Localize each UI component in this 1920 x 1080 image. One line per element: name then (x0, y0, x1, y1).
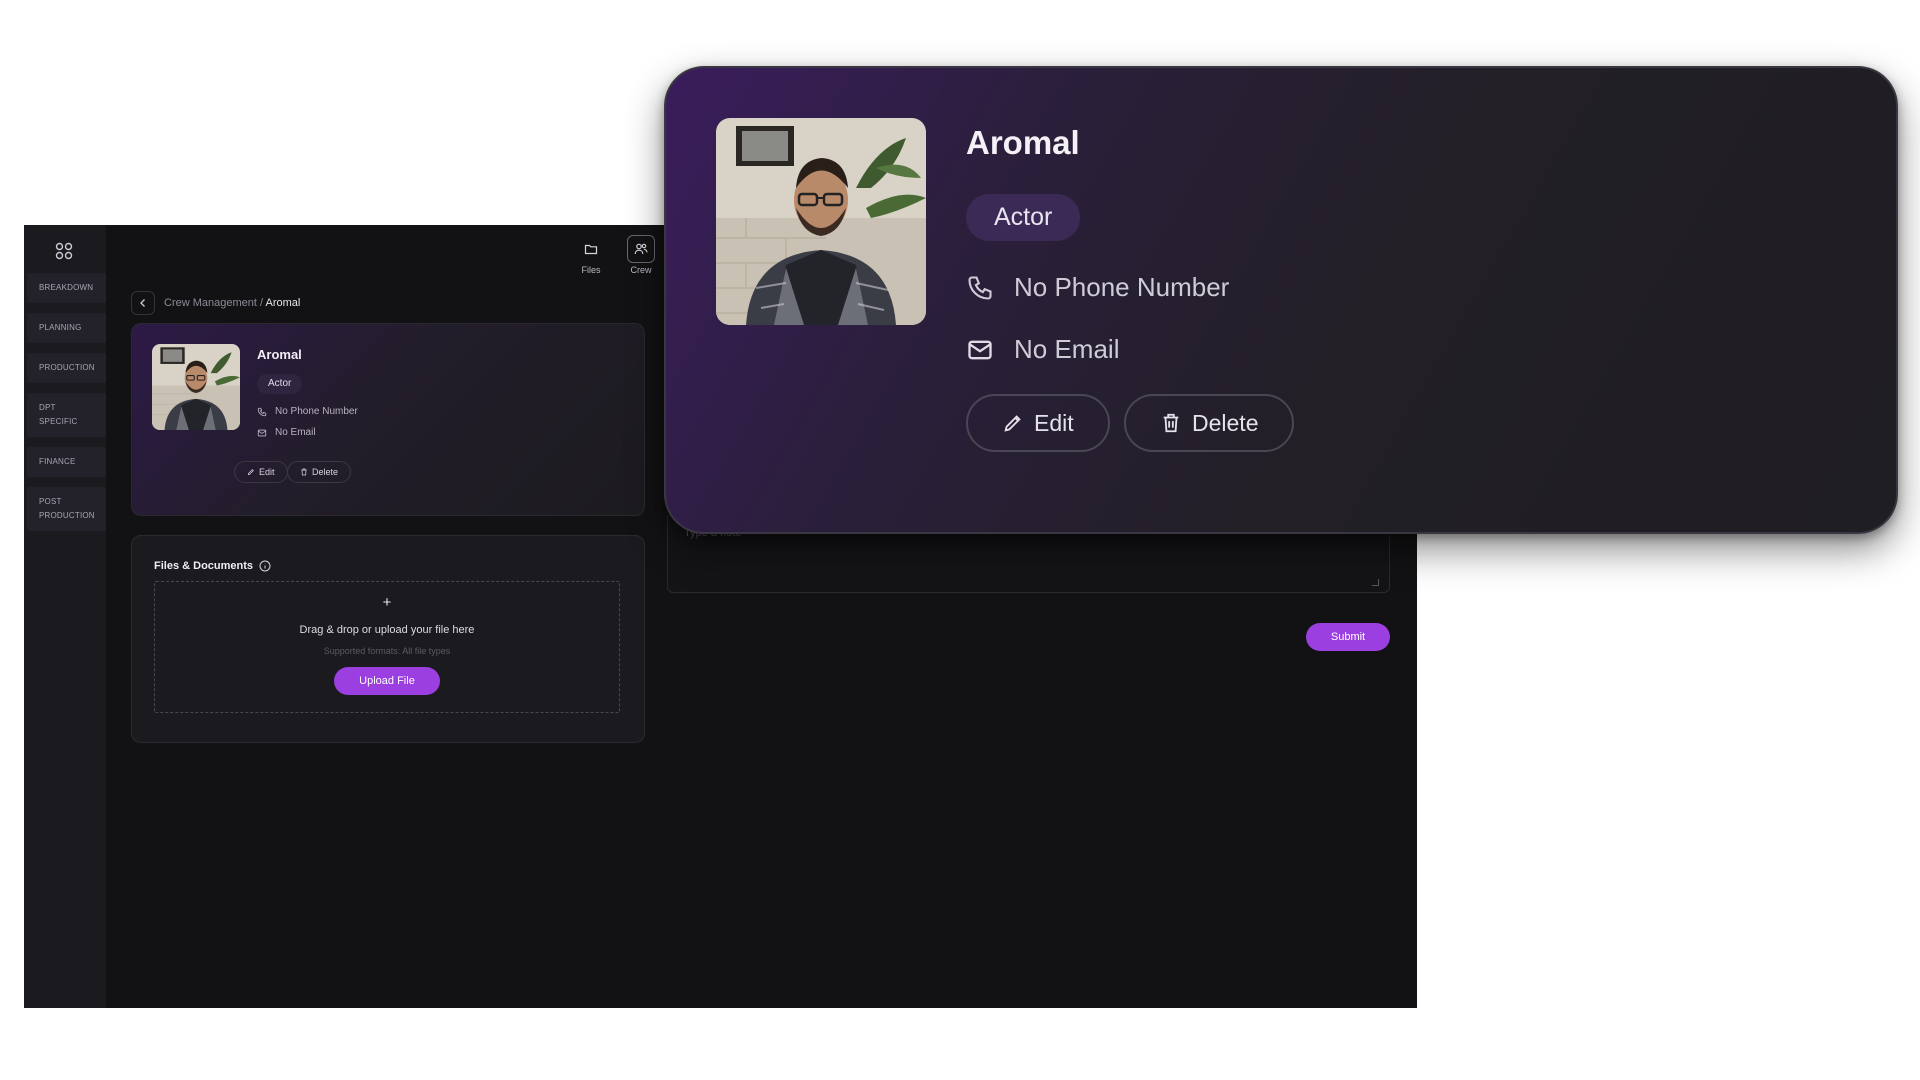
folder-icon (577, 235, 605, 263)
phone-text-large: No Phone Number (1014, 272, 1230, 302)
profile-photo-large (716, 118, 926, 325)
sidebar-item-label: FINANCE (39, 457, 76, 466)
email-text-large: No Email (1014, 334, 1120, 364)
delete-button-label: Delete (312, 467, 339, 477)
delete-button[interactable]: Delete (287, 461, 352, 483)
resize-handle-icon[interactable] (1372, 579, 1379, 586)
profile-card: Aromal Actor No Phone Number No Email Ed… (131, 323, 645, 516)
crew-action[interactable]: Crew (624, 235, 658, 275)
role-badge: Actor (257, 374, 303, 394)
chevron-left-icon (140, 299, 145, 307)
submit-button[interactable]: Submit (1306, 623, 1390, 651)
email-text: No Email (275, 427, 316, 438)
sidebar-item-label: PRODUCTION (39, 363, 95, 372)
profile-name-large: Aromal (966, 124, 1080, 161)
sidebar-item-dpt-specific[interactable]: DPT SPECIFIC (27, 393, 106, 437)
back-button[interactable] (131, 291, 155, 315)
profile-card-zoom: Aromal Actor No Phone Number No Email Ed… (664, 66, 1898, 534)
sidebar-item-label: DPT (39, 403, 56, 412)
crew-action-label: Crew (630, 265, 652, 275)
breadcrumb-separator: / (260, 297, 264, 309)
breadcrumb-current: Aromal (265, 297, 301, 309)
phone-icon (968, 275, 992, 300)
mail-icon (968, 340, 992, 359)
breadcrumb-parent[interactable]: Crew Management (164, 297, 257, 309)
plus-icon: + (382, 594, 392, 611)
sidebar-item-finance[interactable]: FINANCE (27, 447, 106, 477)
phone-text: No Phone Number (275, 406, 358, 417)
edit-button-large[interactable]: Edit (966, 394, 1110, 452)
upload-file-button[interactable]: Upload File (334, 667, 440, 695)
files-card: Files & Documents + Drag & drop or uploa… (131, 535, 645, 743)
supported-formats-text: Supported formats: All file types (323, 646, 451, 656)
info-icon[interactable] (259, 560, 271, 572)
profile-photo (152, 344, 240, 430)
sidebar-item-planning[interactable]: PLANNING (27, 313, 106, 343)
profile-name: Aromal (257, 347, 302, 362)
crew-icon (627, 235, 655, 263)
pencil-icon (247, 469, 254, 476)
sidebar-item-label: SPECIFIC (39, 417, 78, 426)
sidebar-item-breakdown[interactable]: BREAKDOWN (27, 273, 106, 303)
files-title: Files & Documents (154, 560, 271, 572)
pencil-icon (1004, 415, 1021, 432)
delete-button-label: Delete (1192, 409, 1259, 436)
email-row: No Email (257, 427, 316, 438)
email-row-large: No Email (966, 334, 1119, 365)
breadcrumb: Crew Management / Aromal (164, 297, 300, 309)
phone-row: No Phone Number (257, 406, 358, 417)
sidebar-item-label: PRODUCTION (39, 511, 95, 520)
sidebar-item-label: POST (39, 497, 62, 506)
edit-button-label: Edit (259, 467, 275, 477)
mail-icon (257, 429, 267, 436)
sidebar-item-post-production[interactable]: POST PRODUCTION (27, 487, 106, 531)
sidebar-item-production[interactable]: PRODUCTION (27, 353, 106, 383)
trash-icon (301, 468, 307, 476)
apps-grid-icon[interactable] (55, 242, 73, 260)
sidebar: BREAKDOWN PLANNING PRODUCTION DPT SPECIF… (24, 225, 106, 1008)
phone-icon (257, 407, 267, 416)
trash-icon (1163, 413, 1179, 433)
edit-button[interactable]: Edit (234, 461, 288, 483)
dropzone-text: Drag & drop or upload your file here (299, 624, 475, 636)
edit-button-label: Edit (1034, 409, 1074, 436)
files-action[interactable]: Files (574, 235, 608, 275)
sidebar-item-label: PLANNING (39, 323, 82, 332)
files-action-label: Files (581, 265, 601, 275)
phone-row-large: No Phone Number (966, 272, 1229, 303)
role-badge-large: Actor (966, 194, 1081, 241)
delete-button-large[interactable]: Delete (1124, 394, 1295, 452)
files-title-text: Files & Documents (154, 560, 254, 572)
sidebar-item-label: BREAKDOWN (39, 283, 94, 292)
file-dropzone[interactable]: + Drag & drop or upload your file here S… (154, 581, 620, 713)
